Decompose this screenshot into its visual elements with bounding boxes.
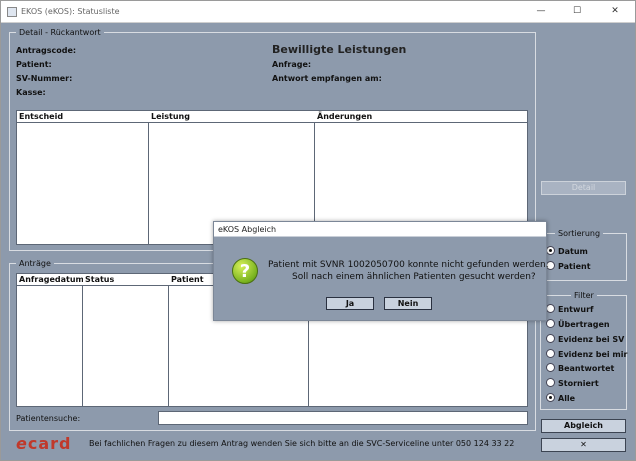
dialog-title: eKOS Abgleich [214,222,546,237]
footer-text: Bei fachlichen Fragen zu diesem Antrag w… [89,439,515,448]
detail-legend: Detail - Rückantwort [16,28,104,37]
radio-label: Übertragen [558,320,610,329]
antraege-legend: Anträge [16,259,54,268]
patientensuche-input[interactable] [158,411,528,425]
radio-filter-alle[interactable]: Alle [546,393,575,405]
radio-indicator [546,349,555,358]
close-button[interactable]: ✕ [541,438,626,452]
column-header-leistung[interactable]: Leistung [149,111,315,123]
abgleich-dialog: eKOS Abgleich ? Patient mit SVNR 1002050… [213,221,549,321]
column-header-anfragedatum[interactable]: Anfragedatum [17,274,83,286]
radio-indicator [546,246,555,255]
radio-filter-evidenz-sv[interactable]: Evidenz bei SV [546,334,624,346]
detail-heading: Bewilligte Leistungen [272,43,407,56]
ja-button[interactable]: Ja [326,297,374,310]
kasse-label: Kasse: [16,88,46,97]
radio-indicator [546,319,555,328]
antwort-label: Antwort empfangen am: [272,74,382,83]
app-icon [7,7,17,17]
title-bar: EKOS (eKOS): Statusliste — ☐ ✕ [1,1,635,23]
dialog-message-line2: Soll nach einem ähnlichen Patienten gesu… [292,272,536,282]
nein-button[interactable]: Nein [384,297,432,310]
radio-indicator [546,378,555,387]
radio-filter-beantwortet[interactable]: Beantwortet [546,363,614,375]
radio-label: Beantwortet [558,364,615,373]
radio-label: Alle [558,394,576,403]
minimize-button[interactable]: — [521,1,561,22]
table-column [17,111,149,244]
column-header-entscheid[interactable]: Entscheid [17,111,149,123]
window-title: EKOS (eKOS): Statusliste [21,7,120,16]
patientensuche-label: Patientensuche: [16,414,81,423]
ecard-logo-e: e [16,434,28,453]
column-header-status[interactable]: Status [83,274,169,286]
radio-filter-evidenz-mir[interactable]: Evidenz bei mir [546,349,627,361]
radio-indicator [546,393,555,402]
question-icon: ? [232,258,258,284]
table-column [83,274,169,406]
filter-legend: Filter [571,291,597,300]
table-column [17,274,83,406]
radio-sort-patient[interactable]: Patient [546,261,591,273]
radio-indicator [546,304,555,313]
radio-label: Entwurf [558,305,594,314]
abgleich-button[interactable]: Abgleich [541,419,626,433]
radio-filter-uebertragen[interactable]: Übertragen [546,319,610,331]
close-window-button[interactable]: ✕ [595,1,635,22]
radio-label: Storniert [558,379,599,388]
radio-indicator [546,363,555,372]
anfrage-label: Anfrage: [272,60,312,69]
ecard-logo: ecard [16,434,71,453]
sortierung-legend: Sortierung [555,229,604,238]
maximize-button[interactable]: ☐ [557,1,597,22]
radio-label: Patient [558,262,591,271]
radio-sort-datum[interactable]: Datum [546,246,588,258]
detail-button[interactable]: Detail [541,181,626,195]
radio-label: Evidenz bei SV [558,335,625,344]
radio-label: Evidenz bei mir [558,350,628,359]
sv-nummer-label: SV-Nummer: [16,74,73,83]
radio-filter-entwurf[interactable]: Entwurf [546,304,594,316]
radio-filter-storniert[interactable]: Storniert [546,378,599,390]
antragscode-label: Antragscode: [16,46,77,55]
patient-label: Patient: [16,60,52,69]
radio-label: Datum [558,247,588,256]
main-window: EKOS (eKOS): Statusliste — ☐ ✕ Detail - … [0,0,636,461]
ecard-logo-card: card [27,434,72,453]
dialog-message-line1: Patient mit SVNR 1002050700 konnte nicht… [268,260,549,270]
radio-indicator [546,334,555,343]
column-header-aenderungen[interactable]: Änderungen [315,111,527,123]
